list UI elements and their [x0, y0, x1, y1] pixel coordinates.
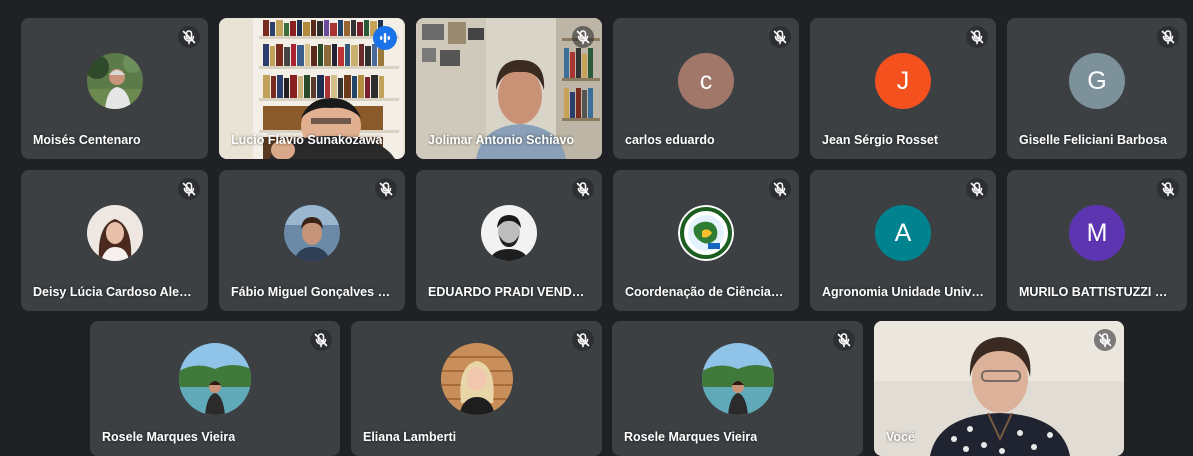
mic-off-icon: [178, 178, 200, 200]
participant-name: Deisy Lúcia Cardoso Alexa...: [33, 285, 196, 299]
mic-off-icon: [1094, 329, 1116, 351]
participant-tile[interactable]: Coordenação de Ciências ...: [613, 170, 799, 311]
participant-tile[interactable]: M MURILO BATTISTUZZI MAR...: [1007, 170, 1187, 311]
mic-off-icon: [769, 178, 791, 200]
avatar-letter: J: [875, 52, 931, 109]
mic-off-icon: [572, 329, 594, 351]
participant-tile[interactable]: Eliana Lamberti: [351, 321, 602, 456]
participant-name: Moisés Centenaro: [33, 133, 141, 147]
avatar-letter: M: [1069, 204, 1125, 261]
participant-name: EDUARDO PRADI VENDRU...: [428, 285, 590, 299]
avatar-letter: c: [678, 52, 734, 109]
participant-name: Rosele Marques Vieira: [102, 430, 236, 444]
participant-tile[interactable]: c carlos eduardo: [613, 18, 799, 159]
avatar: [701, 342, 774, 415]
participant-tile[interactable]: Lucio Flavio Sunakozawa: [219, 18, 405, 159]
avatar: [86, 204, 143, 261]
participant-tile[interactable]: Moisés Centenaro: [21, 18, 208, 159]
avatar: [284, 204, 340, 261]
participant-name: Rosele Marques Vieira: [624, 430, 758, 444]
participant-tile[interactable]: Rosele Marques Vieira: [612, 321, 863, 456]
avatar-letter: A: [875, 204, 931, 261]
avatar: [179, 342, 251, 415]
mic-off-icon: [178, 26, 200, 48]
mic-off-icon: [310, 329, 332, 351]
logo: [678, 204, 734, 261]
participant-name: Você: [886, 430, 915, 444]
participant-name: Jean Sérgio Rosset: [822, 133, 939, 147]
participant-name: Jolimar Antonio Schiavo: [428, 133, 575, 147]
participant-name: Fábio Miguel Gonçalves D...: [231, 285, 393, 299]
mic-off-icon: [966, 26, 988, 48]
participant-name: Agronomia Unidade Unive...: [822, 285, 984, 299]
participant-name: Lucio Flavio Sunakozawa: [231, 133, 383, 147]
participant-name: carlos eduardo: [625, 133, 715, 147]
participant-tile[interactable]: Deisy Lúcia Cardoso Alexa...: [21, 170, 208, 311]
mic-off-icon: [375, 178, 397, 200]
participant-name: Coordenação de Ciências ...: [625, 285, 787, 299]
participant-tile[interactable]: Jolimar Antonio Schiavo: [416, 18, 602, 159]
participant-tile[interactable]: G Giselle Feliciani Barbosa: [1007, 18, 1187, 159]
participant-name: MURILO BATTISTUZZI MAR...: [1019, 285, 1175, 299]
avatar-letter: G: [1069, 52, 1125, 109]
mic-off-icon: [966, 178, 988, 200]
participant-name: Eliana Lamberti: [363, 430, 457, 444]
mic-off-icon: [1157, 26, 1179, 48]
mic-off-icon: [572, 178, 594, 200]
participant-tile[interactable]: J Jean Sérgio Rosset: [810, 18, 996, 159]
mic-off-icon: [769, 26, 791, 48]
avatar: [440, 342, 513, 415]
participant-tile[interactable]: EDUARDO PRADI VENDRU...: [416, 170, 602, 311]
participant-tile[interactable]: Você: [874, 321, 1124, 456]
avatar: [86, 52, 143, 109]
participant-tile[interactable]: Rosele Marques Vieira: [90, 321, 340, 456]
participant-tile[interactable]: Fábio Miguel Gonçalves D...: [219, 170, 405, 311]
audio-level-icon: [373, 26, 397, 50]
mic-off-icon: [1157, 178, 1179, 200]
mic-off-icon: [833, 329, 855, 351]
participant-name: Giselle Feliciani Barbosa: [1019, 133, 1167, 147]
mic-off-icon: [572, 26, 594, 48]
participant-tile[interactable]: A Agronomia Unidade Unive...: [810, 170, 996, 311]
avatar: [481, 204, 537, 261]
